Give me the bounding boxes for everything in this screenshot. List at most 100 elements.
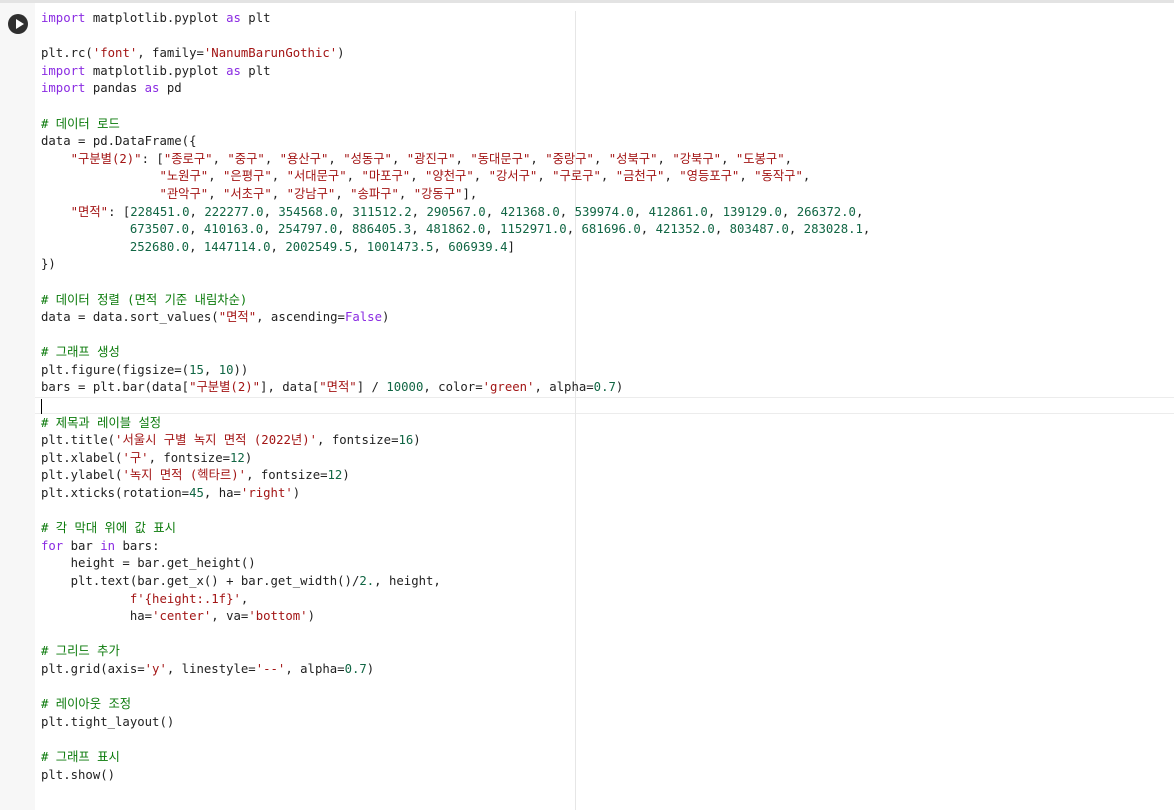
code-token: , <box>337 204 353 219</box>
code-token: plt.xticks(rotation= <box>41 486 190 501</box>
code-token: , <box>455 151 471 166</box>
code-line: "관악구", "서초구", "강남구", "송파구", "강동구"], <box>41 186 870 204</box>
code-token: plt.show() <box>41 767 116 782</box>
code-token: , <box>271 169 287 184</box>
code-line: # 데이터 정렬 (면적 기준 내림차순) <box>41 292 870 310</box>
code-token: , <box>240 591 249 606</box>
code-token: "마포구" <box>361 169 411 184</box>
code-token: , <box>802 169 811 184</box>
code-token: ) <box>382 310 390 325</box>
code-token: False <box>344 310 382 325</box>
code-token: 'font' <box>92 46 138 61</box>
code-token: , alpha= <box>285 661 345 676</box>
code-token: , <box>784 151 793 166</box>
code-token: , <box>263 222 278 237</box>
code-token: plt.grid(axis= <box>41 661 145 676</box>
code-token: '--' <box>255 661 286 676</box>
code-token: bar <box>63 538 101 553</box>
code-token: "구로구" <box>552 169 601 184</box>
code-token: )) <box>233 362 249 377</box>
code-token: 311512.2 <box>352 204 412 219</box>
code-token: "송파구" <box>350 186 399 201</box>
code-token: : [ <box>141 151 164 166</box>
code-token: # 레이아웃 조정 <box>41 697 132 712</box>
code-token: , <box>264 151 280 166</box>
code-token: , <box>559 204 575 219</box>
code-token: "면적" <box>319 380 357 395</box>
code-token: "면적" <box>218 310 257 325</box>
code-token: , <box>398 186 414 201</box>
code-token: # 각 막대 위에 값 표시 <box>41 521 176 536</box>
code-token: , <box>485 204 501 219</box>
code-token: 266372.0 <box>796 204 856 219</box>
code-token: "성북구" <box>608 151 658 166</box>
code-token: ) <box>244 450 253 465</box>
code-token: f'{height:.1f}' <box>129 591 241 606</box>
code-token: , <box>739 169 755 184</box>
code-token: "양천구" <box>425 169 474 184</box>
code-token: ) <box>337 46 345 61</box>
code-token: , fontsize= <box>148 450 230 465</box>
code-editor[interactable]: import matplotlib.pyplot as plt plt.rc('… <box>35 3 1174 810</box>
code-token: 'right' <box>240 486 293 501</box>
code-token: "강북구" <box>672 151 722 166</box>
code-line: for bar in bars: <box>41 538 870 556</box>
code-line: 673507.0, 410163.0, 254797.0, 886405.3, … <box>41 221 870 239</box>
code-token: 12 <box>230 450 245 465</box>
code-token: # 그래프 생성 <box>41 345 120 360</box>
code-token: 10000 <box>386 380 424 395</box>
code-token: data = data.sort_values( <box>41 310 219 325</box>
code-token: 290567.0 <box>426 204 486 219</box>
code-token: plt <box>240 63 271 78</box>
code-token: ha= <box>41 609 153 624</box>
code-line: plt.title('서울시 구별 녹지 면적 (2022년)', fontsi… <box>41 432 870 450</box>
run-cell-button[interactable] <box>8 14 28 34</box>
code-token: # 제목과 레이블 설정 <box>41 415 162 430</box>
code-token: 'bottom' <box>248 609 308 624</box>
code-token: "은평구" <box>223 169 272 184</box>
code-token: 139129.0 <box>722 204 782 219</box>
code-token: ) <box>413 433 421 448</box>
code-token: in <box>100 538 116 553</box>
code-token: , <box>346 169 362 184</box>
code-token: , height, <box>374 574 441 588</box>
code-token: import <box>41 11 86 25</box>
code-token: "강동구" <box>413 186 463 201</box>
code-token: 254797.0 <box>277 222 338 237</box>
code-line: f'{height:.1f}', <box>41 591 870 609</box>
code-token: , <box>714 222 730 237</box>
code-token: , <box>189 204 205 219</box>
code-token: import <box>41 81 86 96</box>
code-token: , color= <box>423 380 483 395</box>
code-token: plt.text(bar.get_x() + bar.get_width()/ <box>41 574 360 588</box>
code-token: matplotlib.pyplot <box>85 63 227 78</box>
code-line: }) <box>41 256 870 274</box>
code-token: , <box>270 239 286 254</box>
code-token: 283028.1 <box>803 222 863 237</box>
code-token: ] <box>507 239 515 254</box>
code-token: , family= <box>137 46 204 61</box>
code-token: , <box>328 151 344 166</box>
code-token: data = pd.DataFrame({ <box>41 134 197 149</box>
code-token: , <box>271 186 287 201</box>
code-token: import <box>41 63 86 78</box>
code-token: "종로구" <box>163 151 213 166</box>
code-token: ) <box>307 609 315 624</box>
code-token: ) <box>342 468 350 483</box>
code-line: plt.xticks(rotation=45, ha='right') <box>41 485 870 503</box>
code-token: , <box>855 204 864 219</box>
code-line: plt.show() <box>41 767 870 785</box>
code-token: , fontsize= <box>246 468 328 483</box>
code-token: 0.7 <box>344 661 367 676</box>
code-token: , <box>657 151 673 166</box>
code-token: }) <box>41 257 56 272</box>
code-token: "성동구" <box>343 151 392 166</box>
code-token: , <box>633 204 649 219</box>
code-line: 252680.0, 1447114.0, 2002549.5, 1001473.… <box>41 239 870 257</box>
code-line: "노원구", "은평구", "서대문구", "마포구", "양천구", "강서구… <box>41 168 870 186</box>
